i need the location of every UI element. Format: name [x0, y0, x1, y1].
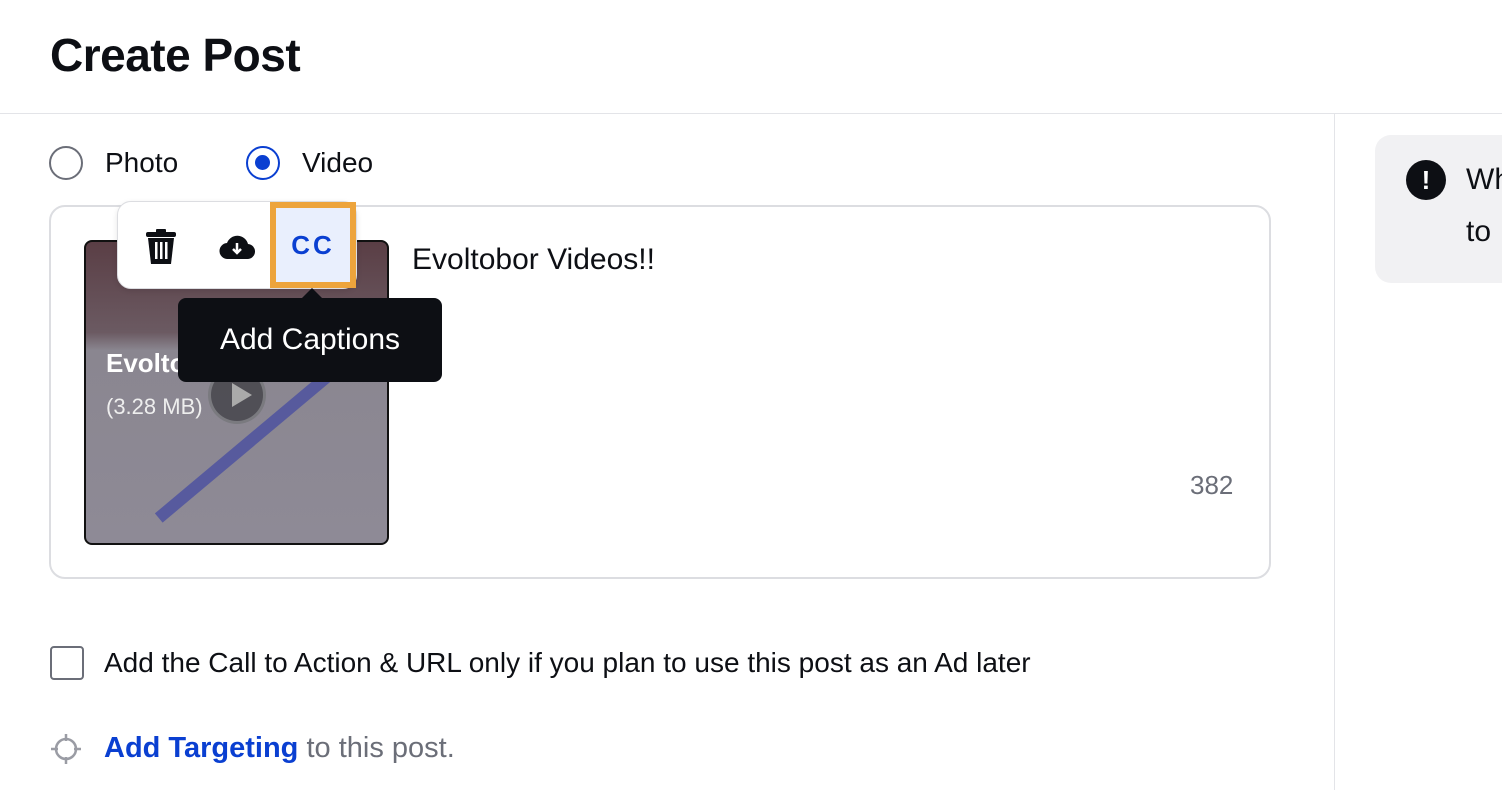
exclamation-icon: ! — [1406, 160, 1446, 200]
cloud-download-icon — [219, 235, 255, 260]
cta-checkbox[interactable] — [50, 646, 84, 680]
video-size: (3.28 MB) — [106, 394, 203, 419]
tooltip: Add Captions — [178, 288, 442, 382]
delete-button[interactable] — [126, 208, 196, 286]
trash-icon — [146, 229, 176, 264]
targeting-suffix: to this post. — [306, 732, 455, 764]
notice-text-line: to — [1466, 215, 1492, 248]
post-text-input[interactable]: Evoltobor Videos!! — [412, 243, 655, 277]
radio-photo[interactable]: Photo — [49, 146, 178, 180]
radio-circle[interactable] — [246, 146, 280, 180]
targeting-row: Add Targeting to this post. — [50, 732, 455, 765]
cta-label: Add the Call to Action & URL only if you… — [104, 647, 1031, 678]
radio-circle[interactable] — [49, 146, 83, 180]
info-notice: ! Wh to — [1375, 135, 1502, 283]
closed-captions-icon: CC — [291, 229, 335, 260]
header: Create Post — [0, 0, 1502, 114]
add-targeting-link[interactable]: Add Targeting — [104, 732, 298, 764]
character-count: 382 — [1190, 470, 1234, 500]
panel-divider — [1334, 114, 1335, 790]
download-button[interactable] — [202, 208, 272, 286]
radio-label: Photo — [105, 147, 179, 178]
notice-text-line: Wh — [1466, 163, 1502, 196]
radio-video[interactable]: Video — [246, 146, 373, 180]
crosshair-icon — [51, 733, 81, 764]
page-title: Create Post — [50, 29, 301, 81]
cta-checkbox-row[interactable]: Add the Call to Action & URL only if you… — [50, 646, 1031, 680]
radio-label: Video — [302, 147, 374, 178]
add-captions-button[interactable]: CC — [270, 202, 356, 288]
